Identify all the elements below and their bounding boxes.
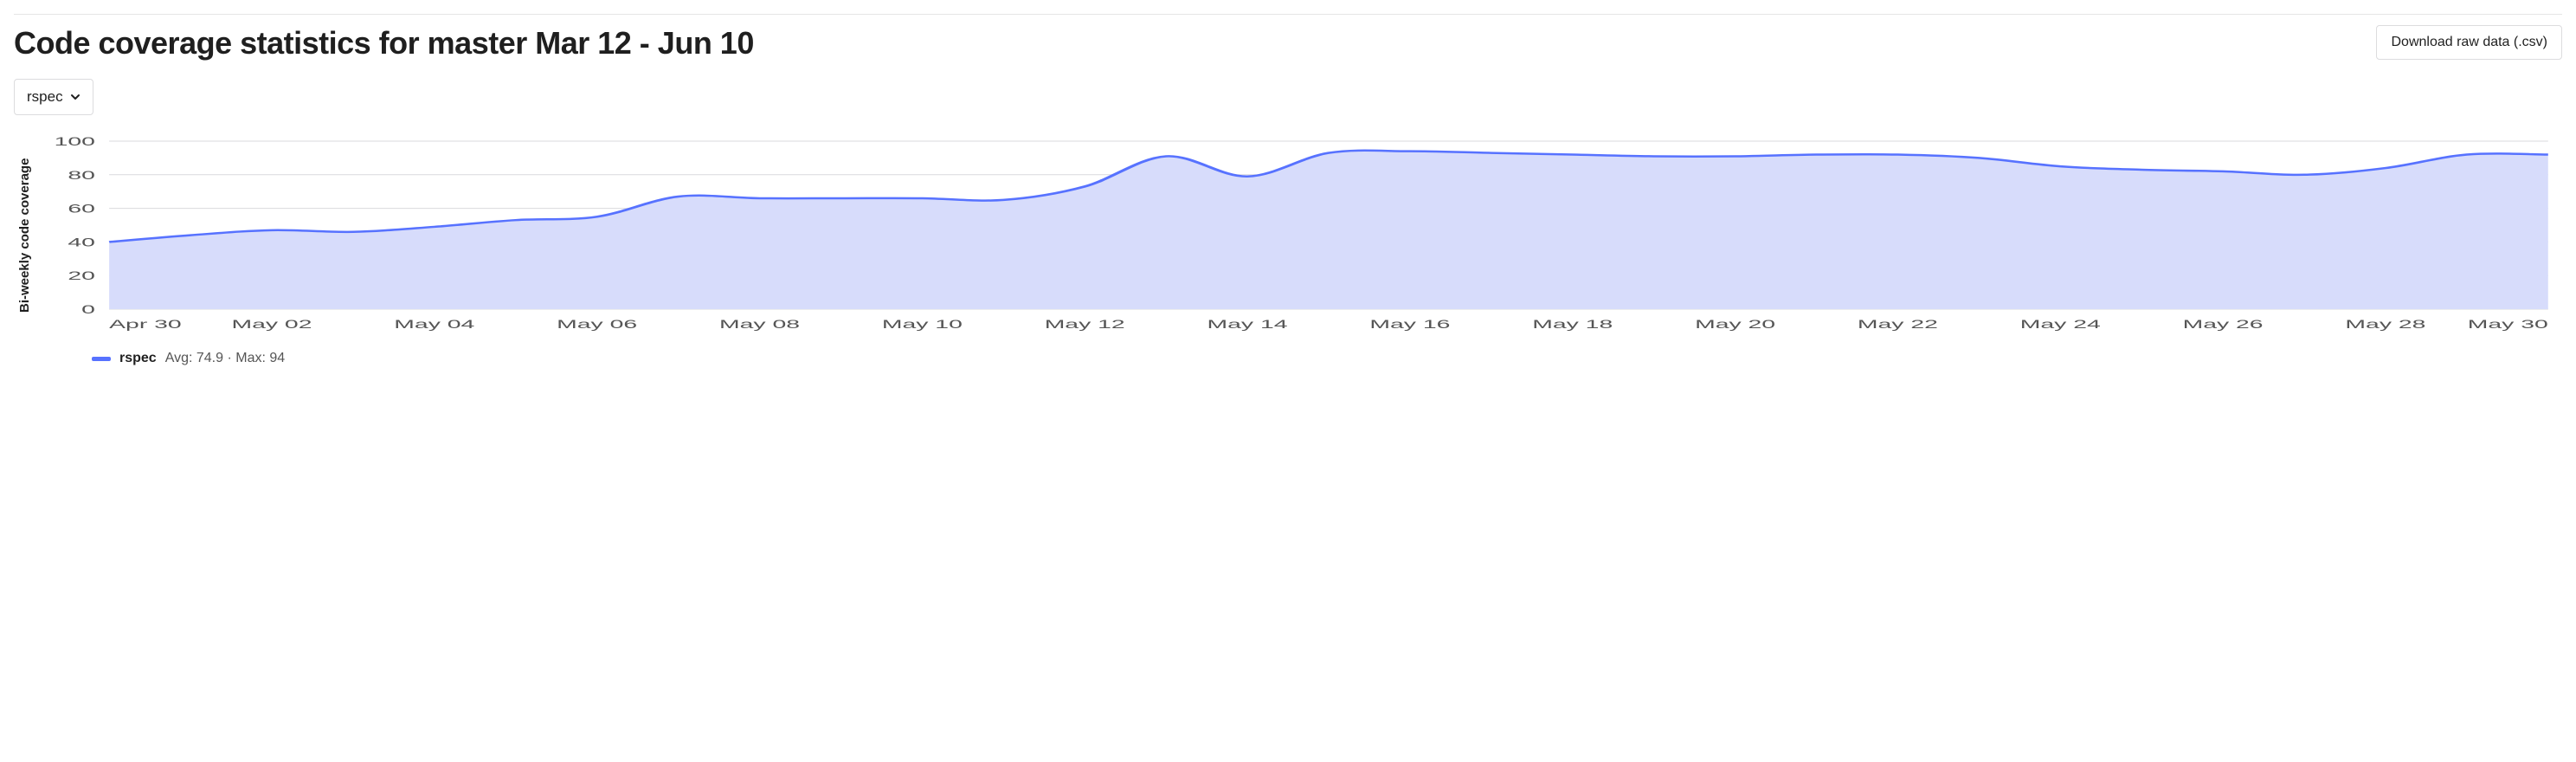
legend: rspec Avg: 74.9 · Max: 94 — [92, 351, 2562, 366]
svg-text:May 16: May 16 — [1369, 317, 1450, 331]
selector-row: rspec — [14, 79, 2562, 115]
svg-text:May 08: May 08 — [719, 317, 800, 331]
legend-swatch — [92, 357, 111, 361]
svg-text:May 24: May 24 — [2020, 317, 2101, 331]
svg-text:May 22: May 22 — [1858, 317, 1938, 331]
svg-text:80: 80 — [68, 168, 95, 182]
chevron-down-icon — [70, 92, 80, 102]
svg-text:Apr 30: Apr 30 — [109, 317, 182, 331]
download-raw-data-button[interactable]: Download raw data (.csv) — [2376, 25, 2562, 60]
chart-container: Bi-weekly code coverage 0 20 40 60 80 100 Apr … — [14, 136, 2562, 335]
chart-svg: 0 20 40 60 80 100 Apr 30 May 02 May 04 May 06 May … — [35, 136, 2562, 335]
page-title: Code coverage statistics for master Mar … — [14, 25, 754, 61]
legend-series-stats: Avg: 74.9 · Max: 94 — [165, 351, 285, 366]
svg-text:May 28: May 28 — [2345, 317, 2425, 331]
chart-plot: 0 20 40 60 80 100 Apr 30 May 02 May 04 May 06 May … — [35, 136, 2562, 335]
svg-text:May 20: May 20 — [1695, 317, 1775, 331]
header-row: Code coverage statistics for master Mar … — [14, 14, 2562, 61]
svg-text:40: 40 — [68, 236, 95, 249]
svg-text:May 04: May 04 — [394, 317, 474, 331]
svg-text:May 06: May 06 — [557, 317, 637, 331]
svg-text:May 10: May 10 — [882, 317, 963, 331]
svg-text:0: 0 — [81, 302, 95, 316]
series-selector-dropdown[interactable]: rspec — [14, 79, 93, 115]
svg-text:20: 20 — [68, 269, 95, 283]
svg-text:May 14: May 14 — [1208, 317, 1288, 331]
legend-series-name: rspec — [119, 351, 157, 366]
svg-text:May 02: May 02 — [231, 317, 312, 331]
y-axis-label: Bi-weekly code coverage — [14, 136, 35, 335]
svg-text:May 12: May 12 — [1045, 317, 1125, 331]
svg-text:60: 60 — [68, 202, 95, 216]
svg-text:May 26: May 26 — [2183, 317, 2264, 331]
svg-text:May 18: May 18 — [1532, 317, 1613, 331]
svg-text:100: 100 — [55, 136, 95, 148]
series-selector-label: rspec — [27, 88, 63, 106]
svg-text:May 30: May 30 — [2468, 317, 2548, 331]
